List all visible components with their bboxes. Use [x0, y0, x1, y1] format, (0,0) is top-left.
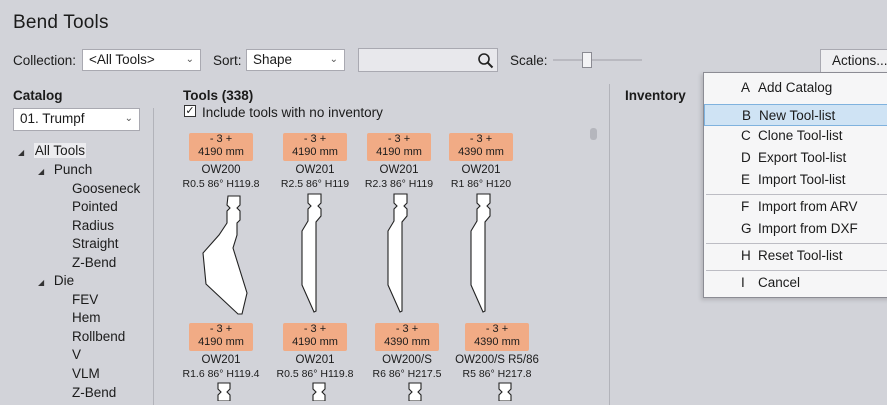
tree-item-vlm[interactable]: VLM — [72, 365, 100, 384]
tree-item-straight[interactable]: Straight — [72, 235, 119, 254]
tool-card[interactable]: - 3 +4390 mm OW200/S R5/86 R5 86° H217.8 — [453, 323, 541, 401]
menu-item-add-catalog[interactable]: A Add Catalog — [704, 77, 887, 99]
tree-item-fev[interactable]: FEV — [72, 291, 98, 310]
actions-button[interactable]: Actions... — [820, 49, 887, 73]
quantity-badge[interactable]: - 3 +4390 mm — [465, 323, 529, 351]
inventory-heading: Inventory — [625, 88, 686, 103]
punch-tang-icon — [498, 382, 512, 401]
tree-item-v[interactable]: V — [72, 346, 81, 365]
tree-item-die[interactable]: ◢ Die — [38, 272, 74, 293]
include-label: Include tools with no inventory — [202, 105, 383, 120]
tools-divider — [609, 84, 610, 405]
menu-item-import-from-arv[interactable]: F Import from ARV — [704, 196, 887, 218]
menu-item-reset-tool-list[interactable]: H Reset Tool-list — [704, 245, 887, 267]
tool-card[interactable]: - 3 +4190 mm OW201 R0.5 86° H119.8 — [273, 323, 357, 401]
scale-label: Scale: — [510, 53, 548, 68]
straight-punch-icon — [387, 193, 408, 313]
tool-name: OW200/S — [382, 354, 432, 366]
tools-scrollbar-thumb[interactable] — [590, 128, 597, 140]
tool-desc: R5 86° H217.8 — [462, 368, 532, 380]
tool-desc: R0.5 86° H119.8 — [182, 178, 260, 190]
tool-desc: R1.6 86° H119.4 — [182, 368, 260, 380]
tool-card[interactable]: - 3 +4190 mm OW200 R0.5 86° H119.8 — [179, 133, 263, 317]
tool-card[interactable]: - 3 +4190 mm OW201 R2.3 86° H119 — [357, 133, 441, 318]
quantity-badge[interactable]: - 3 +4190 mm — [367, 133, 431, 161]
quantity-badge[interactable]: - 3 +4190 mm — [283, 323, 347, 351]
tool-desc: R2.3 86° H119 — [364, 178, 434, 190]
quantity-badge[interactable]: - 3 +4190 mm — [283, 133, 347, 161]
menu-item-new-tool-list[interactable]: B New Tool-list — [704, 104, 887, 126]
quantity-badge[interactable]: - 3 +4190 mm — [189, 133, 253, 161]
menu-item-import-tool-list[interactable]: E Import Tool-list — [704, 169, 887, 191]
window-title: Bend Tools — [13, 12, 109, 33]
tree-item-all-tools[interactable]: ◢ All Tools — [18, 142, 86, 163]
sort-value: Shape — [253, 52, 293, 67]
tool-name: OW200 — [201, 164, 241, 176]
chevron-down-icon: ⌄ — [185, 54, 194, 65]
menu-separator — [706, 270, 887, 271]
catalog-heading: Catalog — [13, 88, 63, 103]
actions-menu: A Add Catalog B New Tool-list C Clone Tool-… — [703, 72, 887, 298]
tool-desc: R0.5 86° H119.8 — [276, 368, 354, 380]
chevron-down-icon: ⌄ — [329, 54, 338, 65]
tool-name: OW201 — [295, 354, 335, 366]
quantity-badge[interactable]: - 3 +4390 mm — [375, 323, 439, 351]
punch-tang-icon — [312, 382, 326, 401]
straight-punch-icon — [301, 193, 322, 313]
menu-item-clone-tool-list[interactable]: C Clone Tool-list — [704, 125, 887, 147]
tree-item-gooseneck[interactable]: Gooseneck — [72, 180, 140, 199]
chevron-down-icon: ⌄ — [124, 113, 133, 124]
gooseneck-punch-icon — [202, 195, 248, 315]
tool-name: OW201 — [461, 164, 501, 176]
collection-label: Collection: — [13, 53, 77, 68]
sort-label: Sort: — [213, 53, 242, 68]
tool-name: OW201 — [295, 164, 335, 176]
checkmark-icon: ✓ — [185, 105, 195, 117]
menu-item-import-from-dxf[interactable]: G Import from DXF — [704, 218, 887, 240]
menu-separator — [706, 243, 887, 244]
tool-desc: R6 86° H217.5 — [372, 368, 442, 380]
straight-punch-icon — [470, 193, 491, 313]
search-icon[interactable] — [477, 52, 494, 69]
menu-item-cancel[interactable]: I Cancel — [704, 272, 887, 294]
scale-slider-track[interactable] — [553, 59, 642, 61]
quantity-badge[interactable]: - 3 +4390 mm — [449, 133, 513, 161]
tool-card[interactable]: - 3 +4190 mm OW201 R1.6 86° H119.4 — [179, 323, 263, 401]
tree-item-rollbend[interactable]: Rollbend — [72, 328, 125, 347]
catalog-selected: 01. Trumpf — [20, 111, 85, 126]
tree-item-pointed[interactable]: Pointed — [72, 198, 118, 217]
tool-desc: R1 86° H120 — [450, 178, 512, 190]
include-checkbox[interactable]: ✓ — [184, 105, 196, 117]
catalog-divider — [153, 108, 154, 405]
collection-dropdown[interactable]: <All Tools> ⌄ — [82, 49, 201, 71]
tree-item-hem[interactable]: Hem — [72, 309, 101, 328]
tool-desc: R2.5 86° H119 — [280, 178, 350, 190]
tree-item-punch[interactable]: ◢ Punch — [38, 161, 92, 182]
menu-item-export-tool-list[interactable]: D Export Tool-list — [704, 147, 887, 169]
triangle-expanded-icon[interactable]: ◢ — [38, 278, 44, 287]
menu-separator — [706, 194, 887, 195]
tool-name: OW200/S R5/86 — [455, 354, 539, 366]
triangle-expanded-icon[interactable]: ◢ — [18, 148, 24, 157]
tool-card[interactable]: - 3 +4190 mm OW201 R2.5 86° H119 — [273, 133, 357, 318]
tree-item-radius[interactable]: Radius — [72, 217, 114, 236]
tool-name: OW201 — [201, 354, 241, 366]
punch-tang-icon — [217, 382, 231, 401]
tool-card[interactable]: - 3 +4390 mm OW200/S R6 86° H217.5 — [365, 323, 449, 401]
scale-slider-thumb[interactable] — [582, 52, 592, 68]
tool-card[interactable]: - 3 +4390 mm OW201 R1 86° H120 — [439, 133, 523, 318]
collection-value: <All Tools> — [89, 52, 155, 67]
punch-tang-icon — [408, 382, 422, 401]
sort-dropdown[interactable]: Shape ⌄ — [246, 49, 345, 71]
tree-item-z-bend-die[interactable]: Z-Bend — [72, 384, 116, 403]
quantity-badge[interactable]: - 3 +4190 mm — [189, 323, 253, 351]
tool-name: OW201 — [379, 164, 419, 176]
search-input[interactable] — [358, 48, 498, 72]
tools-heading: Tools (338) — [183, 88, 254, 103]
tree-item-z-bend[interactable]: Z-Bend — [72, 254, 116, 273]
triangle-expanded-icon[interactable]: ◢ — [38, 167, 44, 176]
catalog-dropdown[interactable]: 01. Trumpf ⌄ — [13, 108, 140, 131]
